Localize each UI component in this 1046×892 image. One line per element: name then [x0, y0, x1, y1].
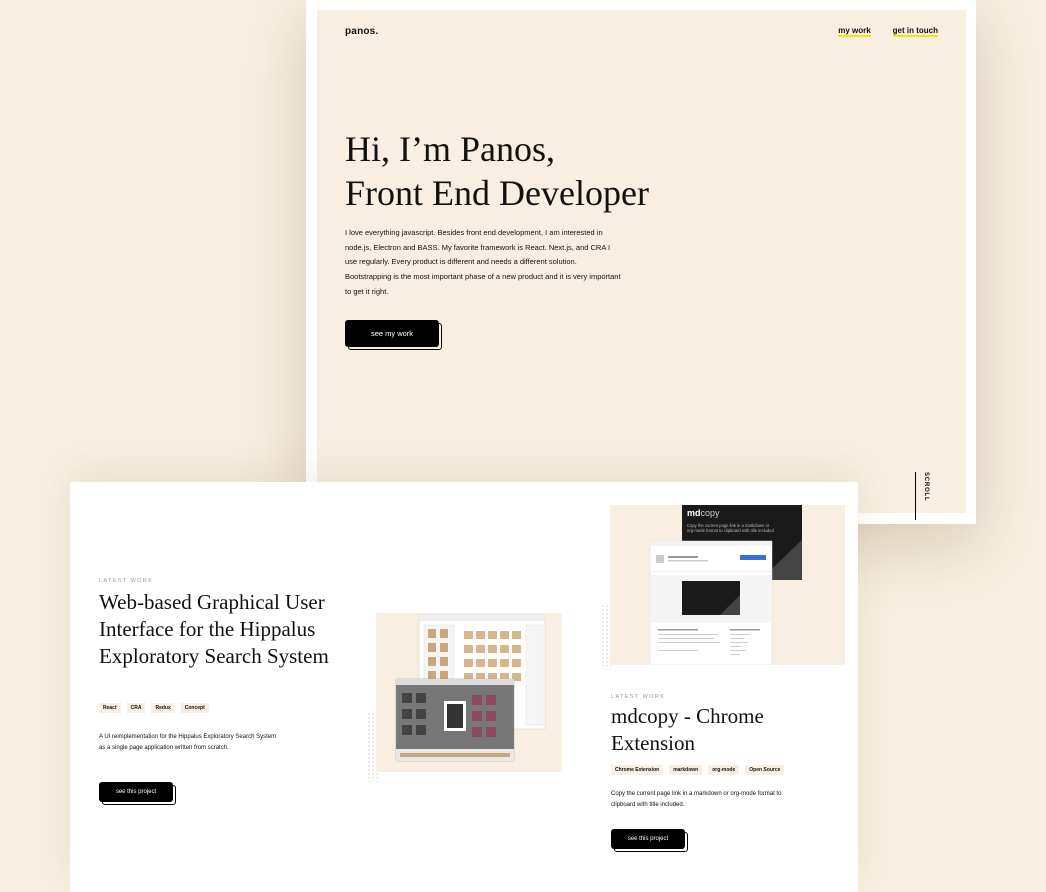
mdcopy-brand: mdcopy	[687, 508, 720, 518]
see-my-work-label: see my work	[370, 329, 414, 338]
nav-get-in-touch[interactable]: get in touch	[892, 27, 938, 37]
tag: Open Source	[745, 765, 785, 775]
see-my-work-button[interactable]: see my work	[345, 320, 442, 350]
hero-frame: panos. my work get in touch Hi, I’m Pano…	[306, 0, 976, 524]
tag: Chrome Extension	[611, 765, 664, 775]
svg-text:org-mode format to clipboard w: org-mode format to clipboard with title …	[687, 528, 774, 533]
scroll-line	[915, 472, 916, 520]
project-2-screenshot[interactable]: mdcopy Copy the current page link in a m…	[610, 505, 845, 666]
scroll-indicator[interactable]: SCROLL	[923, 472, 929, 501]
hero-title-line2: Front End Developer	[345, 173, 649, 213]
see-project-2-button[interactable]: see this project	[611, 829, 688, 852]
main-nav: my work get in touch	[838, 27, 938, 37]
project-2-tags: Chrome Extension markdown org-mode Open …	[611, 765, 785, 775]
tag: Redux	[151, 703, 175, 713]
project-2-title: mdcopy - Chrome Extension	[611, 704, 764, 755]
tag: org-mode	[708, 765, 740, 775]
hero-title-line1: Hi, I’m Panos,	[345, 129, 555, 169]
hero-intro: I love everything javascript. Besides fr…	[345, 228, 621, 296]
project-1-screenshot[interactable]	[376, 613, 562, 772]
hippalus-ui-preview	[395, 614, 546, 762]
hero-title: Hi, I’m Panos, Front End Developer	[345, 127, 649, 215]
project-1-tags: React CRA Redux Concept	[99, 703, 209, 713]
project-2-eyebrow: LATEST WORK	[611, 694, 666, 700]
tag: CRA	[126, 703, 146, 713]
site-logo[interactable]: panos.	[345, 26, 378, 37]
work-section: LATEST WORK Web-based Graphical User Int…	[70, 482, 858, 892]
nav-my-work[interactable]: my work	[838, 27, 871, 37]
hero-section: panos. my work get in touch Hi, I’m Pano…	[317, 10, 966, 520]
see-project-2-label: see this project	[627, 836, 669, 842]
mdcopy-preview: mdcopy Copy the current page link in a m…	[649, 505, 802, 666]
project-1-title: Web-based Graphical User Interface for t…	[99, 590, 329, 668]
project-1-description: A UI reimplementation for the Hippalus E…	[99, 734, 277, 751]
project-2-description: Copy the current page link in a markdown…	[611, 791, 782, 808]
see-project-1-button[interactable]: see this project	[99, 782, 176, 805]
see-project-1-label: see this project	[115, 789, 157, 795]
tag: markdown	[669, 765, 703, 775]
project-1-eyebrow: LATEST WORK	[99, 578, 154, 584]
tag: React	[99, 703, 121, 713]
tag: Concept	[180, 703, 209, 713]
